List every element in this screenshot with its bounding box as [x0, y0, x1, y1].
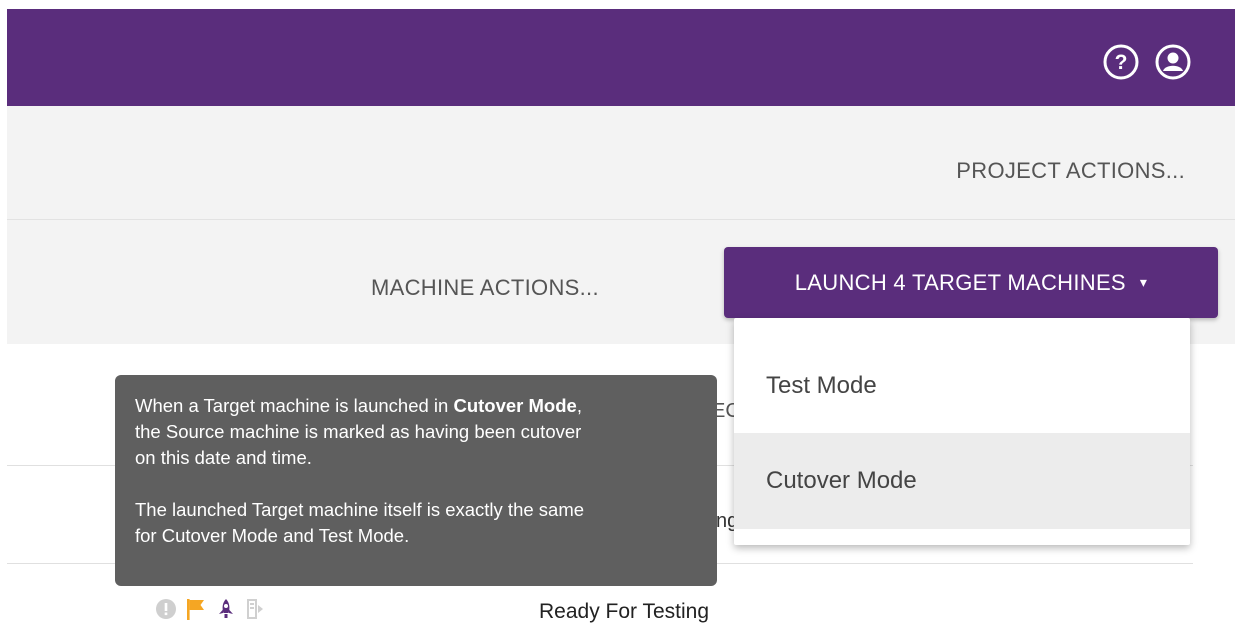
- flag-icon: [185, 597, 207, 626]
- tooltip-line: When a Target machine is launched in Cut…: [135, 393, 697, 419]
- menu-item-cutover-mode[interactable]: Cutover Mode: [734, 433, 1190, 529]
- cutover-mode-tooltip: When a Target machine is launched in Cut…: [115, 375, 717, 586]
- user-icon[interactable]: [1155, 44, 1191, 80]
- top-nav-bar: ?: [7, 9, 1235, 106]
- tooltip-text: When a Target machine is launched in: [135, 395, 454, 416]
- row-status-text: Ready For Testing: [539, 600, 710, 623]
- help-icon[interactable]: ?: [1103, 44, 1139, 80]
- tooltip-text: ,: [576, 395, 582, 416]
- machine-actions-link[interactable]: MACHINE ACTIONS...: [371, 275, 599, 301]
- launch-button-label: LAUNCH 4 TARGET MACHINES: [794, 269, 1126, 295]
- launch-target-machines-button[interactable]: LAUNCH 4 TARGET MACHINES ▾: [724, 247, 1218, 318]
- launch-mode-menu: Test Mode Cutover Mode: [734, 318, 1190, 545]
- project-actions-bar: PROJECT ACTIONS...: [7, 106, 1235, 220]
- tooltip-line: for Cutover Mode and Test Mode.: [135, 525, 410, 546]
- rocket-icon: [215, 597, 237, 626]
- row-status-icons: [155, 598, 267, 624]
- tooltip-line: The launched Target machine itself is ex…: [135, 499, 585, 520]
- menu-item-test-mode[interactable]: Test Mode: [734, 338, 1190, 434]
- project-actions-link[interactable]: PROJECT ACTIONS...: [956, 158, 1185, 184]
- tooltip-bold-text: Cutover Mode: [453, 395, 577, 416]
- cutover-icon: [245, 597, 267, 626]
- caret-down-icon: ▾: [1139, 274, 1148, 290]
- alert-circle-icon: [155, 598, 177, 625]
- tooltip-line: the Source machine is marked as having b…: [135, 421, 582, 442]
- tooltip-spacer: [135, 471, 697, 497]
- svg-text:?: ?: [1115, 51, 1128, 74]
- tooltip-line: on this date and time.: [135, 447, 312, 468]
